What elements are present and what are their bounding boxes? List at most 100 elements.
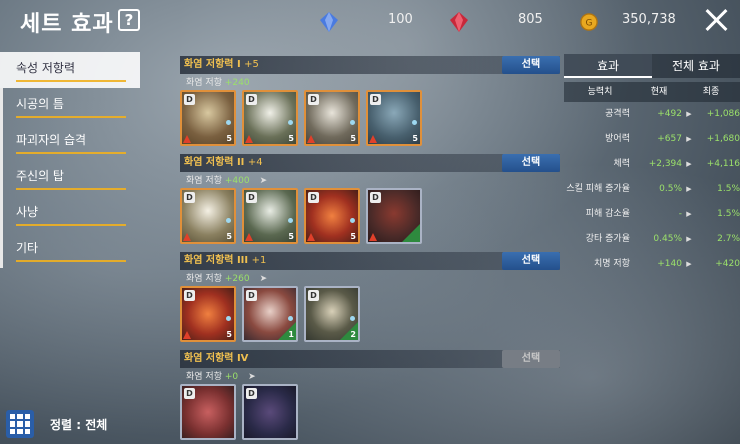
grade-badge: D: [246, 290, 257, 301]
currency-gold: G: [580, 12, 598, 32]
hero-card[interactable]: D5: [366, 90, 422, 146]
grade-badge: D: [184, 94, 195, 105]
hero-card[interactable]: D2: [304, 286, 360, 342]
grade-badge: D: [308, 192, 319, 203]
hero-card[interactable]: D5: [304, 188, 360, 244]
tab-effect[interactable]: 효과: [564, 54, 652, 78]
set-header: 화염 저항력 III +1 선택: [180, 252, 560, 270]
stat-row: 방어력 +657 ▶ +1,680: [564, 127, 740, 152]
stat-name: 체력: [613, 159, 630, 169]
set-title: 화염 저항력 II: [184, 157, 245, 168]
set-title: 화염 저항력 I: [184, 59, 241, 70]
sidebar-item-destroyer[interactable]: 파괴자의 습격: [0, 124, 140, 160]
stat-row: 치명 저항 +140 ▶ +420: [564, 252, 740, 277]
grade-badge: D: [184, 192, 195, 203]
sidebar-item-fire-resist[interactable]: 속성 저항력: [0, 52, 140, 88]
arrow-icon: ▶: [686, 235, 692, 243]
stat-current: 0.5%: [659, 184, 682, 194]
grade-badge: D: [370, 192, 381, 203]
blue-gem-icon: [320, 12, 338, 32]
set-list: 화염 저항력 I +5 선택 화염 저항 +240 D5 D5 D5 D5 화염…: [180, 56, 560, 444]
currency-blue-gem: [320, 12, 338, 32]
sidebar-item-tower[interactable]: 주신의 탑: [0, 160, 140, 196]
page-title: 세트 효과: [20, 12, 114, 37]
svg-text:G: G: [586, 19, 593, 29]
sidebar-item-hunt[interactable]: 사냥: [0, 196, 140, 232]
grade-badge: D: [308, 290, 319, 301]
stats-column-header: 능력치 현재 최종: [564, 82, 740, 102]
hero-card[interactable]: D5: [242, 90, 298, 146]
sidebar-item-label: 속성 저항력: [16, 61, 76, 75]
stats-tabs: 효과 전체 효과: [564, 54, 740, 78]
stat-current: +657: [657, 134, 682, 144]
set-bonus: 화염 저항 +0 ➤: [186, 372, 256, 382]
stat-final: 2.7%: [717, 234, 740, 244]
hero-card[interactable]: D5: [180, 286, 236, 342]
red-gem-count: 805: [518, 12, 543, 27]
select-button[interactable]: 선택: [502, 56, 560, 74]
hero-card[interactable]: D5: [180, 90, 236, 146]
stat-row: 강타 증가율 0.45% ▶ 2.7%: [564, 227, 740, 252]
gold-coin-icon: G: [580, 13, 598, 31]
stat-final: +1,086: [706, 109, 740, 119]
stat-name: 강타 증가율: [585, 234, 630, 244]
set-count: +1: [251, 255, 267, 266]
sidebar-item-label: 사냥: [16, 205, 39, 219]
stat-final: +1,680: [706, 134, 740, 144]
tab-total-effect[interactable]: 전체 효과: [652, 54, 740, 78]
divider: [16, 80, 126, 82]
arrow-icon: ▶: [686, 260, 692, 268]
help-button[interactable]: ?: [118, 9, 140, 31]
sidebar-item-label: 기타: [16, 241, 39, 255]
stat-name: 치명 저항: [594, 259, 630, 269]
arrow-icon: ▶: [686, 135, 692, 143]
red-gem-icon: [450, 12, 468, 32]
stat-name: 스킬 피해 증가율: [566, 184, 630, 194]
stat-row: 공격력 +492 ▶ +1,086: [564, 102, 740, 127]
divider: [16, 260, 126, 262]
grade-badge: D: [246, 388, 257, 399]
select-button[interactable]: 선택: [502, 252, 560, 270]
hero-card[interactable]: D5: [180, 188, 236, 244]
hero-card[interactable]: D5: [242, 188, 298, 244]
grid-menu-button[interactable]: [6, 410, 34, 438]
card-row: D5 D5 D5 D: [180, 188, 560, 246]
select-button[interactable]: 선택: [502, 350, 560, 368]
stats-table: 공격력 +492 ▶ +1,086 방어력 +657 ▶ +1,680 체력 +2,394 ▶ +4,…: [564, 102, 740, 277]
stat-final: 1.5%: [717, 209, 740, 219]
gold-count: 350,738: [622, 12, 676, 27]
currency-red-gem: [450, 12, 468, 32]
hero-card[interactable]: D1: [242, 286, 298, 342]
hero-card[interactable]: D5: [304, 90, 360, 146]
stat-name: 방어력: [605, 134, 630, 144]
hero-card[interactable]: D: [366, 188, 422, 244]
set-header: 화염 저항력 IV 선택: [180, 350, 560, 368]
card-row: D D: [180, 384, 560, 442]
stat-row: 스킬 피해 증가율 0.5% ▶ 1.5%: [564, 177, 740, 202]
arrow-icon: ▶: [686, 210, 692, 218]
set-bonus: 화염 저항 +260 ➤: [186, 274, 268, 284]
sort-label[interactable]: 정렬 : 전체: [50, 416, 107, 433]
close-icon[interactable]: [704, 8, 728, 32]
stat-current: 0.45%: [653, 234, 682, 244]
arrow-icon: ▶: [686, 110, 692, 118]
hero-card[interactable]: D: [180, 384, 236, 440]
stat-current: +140: [657, 259, 682, 269]
set-count: +5: [244, 59, 259, 70]
select-button[interactable]: 선택: [502, 154, 560, 172]
arrow-icon: ➤: [248, 372, 256, 382]
stat-final: +420: [715, 259, 740, 269]
divider: [16, 116, 126, 118]
arrow-icon: ➤: [259, 274, 268, 284]
grade-badge: D: [370, 94, 381, 105]
stat-final: +4,116: [706, 159, 740, 169]
hero-card[interactable]: D: [242, 384, 298, 440]
sidebar-item-rift[interactable]: 시공의 틈: [0, 88, 140, 124]
divider: [16, 188, 126, 190]
grade-badge: D: [184, 388, 195, 399]
arrow-icon: ▶: [686, 185, 692, 193]
stat-name: 피해 감소율: [585, 209, 630, 219]
stat-name: 공격력: [605, 109, 630, 119]
sidebar-item-etc[interactable]: 기타: [0, 232, 140, 268]
set-title: 화염 저항력 IV: [184, 353, 249, 364]
